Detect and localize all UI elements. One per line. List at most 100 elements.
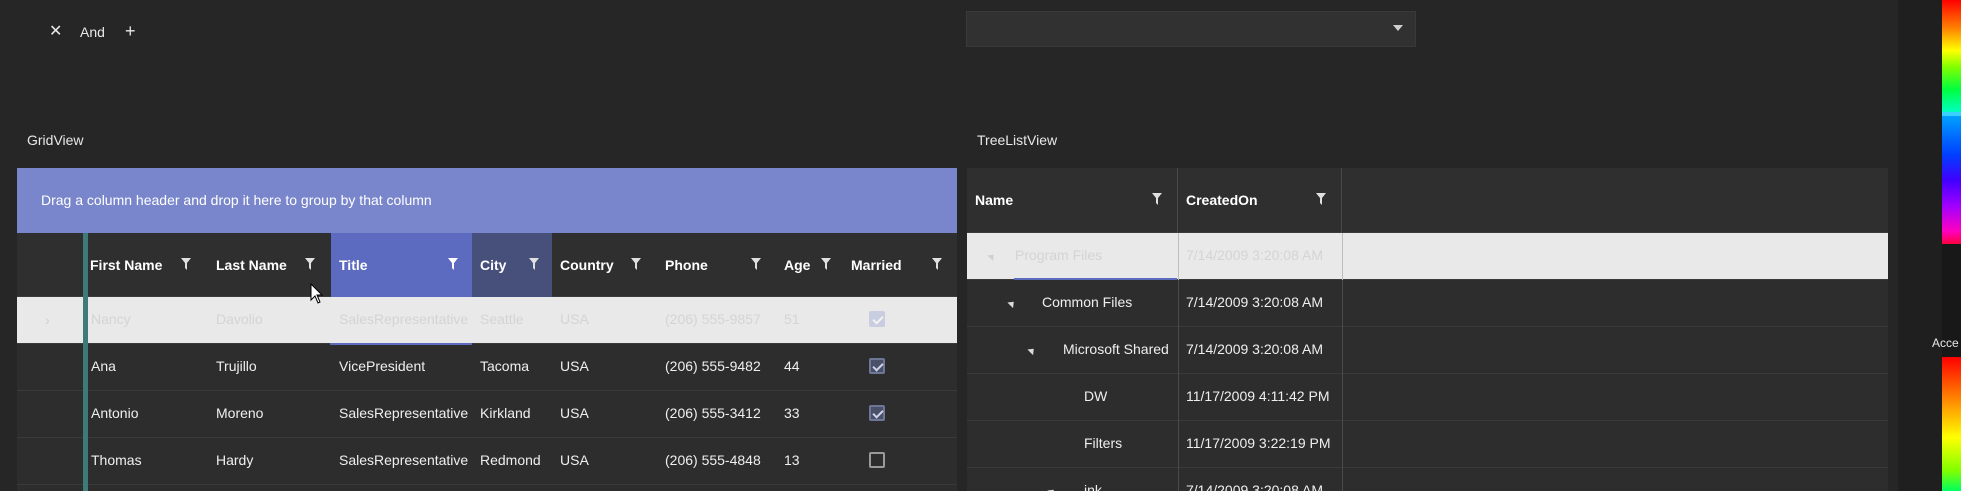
tree-row[interactable]: Microsoft Shared 7/14/2009 3:20:08 AM [967,327,1888,374]
tree-row[interactable]: Program Files 7/14/2009 3:20:08 AM [967,233,1888,280]
married-checkbox[interactable] [869,358,885,374]
column-header-label: CreatedOn [1186,192,1258,208]
filter-icon[interactable] [1316,193,1326,205]
cell-title[interactable]: SalesRepresentative [339,311,468,327]
cell-city[interactable]: Redmond [480,452,541,468]
cell-name[interactable]: Program Files [1015,247,1102,263]
cell-age[interactable]: 33 [784,405,800,421]
hue-slider[interactable] [1942,0,1961,112]
table-row[interactable]: Antonio Moreno SalesRepresentative Kirkl… [17,391,957,438]
column-header-city[interactable]: City [472,233,552,297]
cell-name[interactable]: Filters [1084,435,1122,451]
cell-name[interactable]: Common Files [1042,294,1132,310]
married-checkbox[interactable] [869,452,885,468]
cell-country[interactable]: USA [560,452,589,468]
expand-toggle-icon[interactable] [1047,486,1057,491]
column-divider [1178,233,1179,280]
cell-phone[interactable]: (206) 555-9857 [665,311,761,327]
remove-filter-button[interactable]: ✕ [49,22,62,42]
cell-title[interactable]: SalesRepresentative [339,405,468,421]
column-divider [1342,374,1343,421]
frozen-column-splitter[interactable] [83,233,88,491]
filter-icon[interactable] [821,258,831,270]
column-header-age[interactable]: Age [776,233,843,297]
filter-icon[interactable] [932,258,942,270]
chevron-right-icon: › [45,312,50,328]
group-panel[interactable]: Drag a column header and drop it here to… [17,168,957,233]
column-header-label: Married [851,257,902,273]
filter-icon[interactable] [631,258,641,270]
hue-slider-lower[interactable] [1942,116,1961,244]
cell-createdon[interactable]: 7/14/2009 3:20:08 AM [1186,294,1323,310]
expand-toggle-icon[interactable] [987,251,997,262]
cell-createdon[interactable]: 11/17/2009 3:22:19 PM [1186,435,1331,451]
cell-first-name[interactable]: Thomas [91,452,142,468]
cell-phone[interactable]: (206) 555-9482 [665,358,761,374]
column-divider [1178,374,1179,421]
cell-age[interactable]: 51 [784,311,800,327]
tree-row[interactable]: DW 11/17/2009 4:11:42 PM [967,374,1888,421]
cell-last-name[interactable]: Moreno [216,405,263,421]
cell-createdon[interactable]: 7/14/2009 3:20:08 AM [1186,247,1323,263]
married-checkbox[interactable] [869,311,885,327]
cell-city[interactable]: Kirkland [480,405,531,421]
cell-first-name[interactable]: Nancy [91,311,131,327]
cell-title[interactable]: SalesRepresentative [339,452,468,468]
expand-toggle-icon[interactable] [1007,298,1017,309]
column-header-title[interactable]: Title [331,233,472,297]
cell-first-name[interactable]: Antonio [91,405,138,421]
cell-phone[interactable]: (206) 555-4848 [665,452,761,468]
table-row[interactable]: Ana Trujillo VicePresident Tacoma USA (2… [17,344,957,391]
cell-age[interactable]: 44 [784,358,800,374]
cell-country[interactable]: USA [560,405,589,421]
column-divider [1342,468,1343,491]
column-header-createdon[interactable]: CreatedOn [1178,168,1342,233]
cell-createdon[interactable]: 7/14/2009 3:20:08 AM [1186,482,1323,491]
tree-row[interactable]: ink 7/14/2009 3:20:08 AM [967,468,1888,491]
cell-createdon[interactable]: 7/14/2009 3:20:08 AM [1186,341,1323,357]
filter-field-combobox[interactable] [966,11,1416,47]
tree-row[interactable]: Filters 11/17/2009 3:22:19 PM [967,421,1888,468]
cell-country[interactable]: USA [560,311,589,327]
column-header-first-name[interactable]: First Name [83,233,208,297]
cell-age[interactable]: 13 [784,452,800,468]
cell-first-name[interactable]: Ana [91,358,116,374]
cell-last-name[interactable]: Hardy [216,452,253,468]
column-header-phone[interactable]: Phone [657,233,776,297]
cell-last-name[interactable]: Davolio [216,311,263,327]
filter-icon[interactable] [181,258,191,270]
filter-icon[interactable] [529,258,539,270]
married-checkbox[interactable] [869,405,885,421]
chevron-down-icon[interactable] [1393,25,1403,31]
column-header-married[interactable]: Married [843,233,957,297]
cell-city[interactable]: Seattle [480,311,524,327]
table-row[interactable]: › Nancy Davolio SalesRepresentative Seat… [17,297,957,345]
cell-name[interactable]: DW [1084,388,1107,404]
cell-city[interactable]: Tacoma [480,358,529,374]
column-divider [1178,280,1179,327]
accent-hue-slider[interactable] [1942,357,1961,491]
group-panel-hint: Drag a column header and drop it here to… [41,192,432,208]
tree-row[interactable]: Common Files 7/14/2009 3:20:08 AM [967,280,1888,327]
cell-name[interactable]: ink [1084,482,1102,491]
cell-createdon[interactable]: 11/17/2009 4:11:42 PM [1186,388,1329,404]
cell-last-name[interactable]: Trujillo [216,358,257,374]
filter-icon[interactable] [751,258,761,270]
add-filter-button[interactable]: + [125,21,136,41]
cell-name[interactable]: Microsoft Shared [1063,341,1169,357]
column-divider [1342,421,1343,468]
filter-icon[interactable] [448,258,458,270]
table-row[interactable]: Thomas Hardy SalesRepresentative Redmond… [17,438,957,485]
column-header-country[interactable]: Country [552,233,657,297]
cell-country[interactable]: USA [560,358,589,374]
accent-label: Acce [1932,336,1959,350]
column-header-name[interactable]: Name [967,168,1178,233]
expand-toggle-icon[interactable] [1027,345,1037,356]
filter-icon[interactable] [1152,193,1162,205]
filter-icon[interactable] [305,258,315,270]
cell-title[interactable]: VicePresident [339,358,425,374]
logical-operator-button[interactable]: And [80,22,105,42]
column-header-label: City [480,257,507,273]
cell-phone[interactable]: (206) 555-3412 [665,405,761,421]
column-header-label: Name [975,192,1014,208]
